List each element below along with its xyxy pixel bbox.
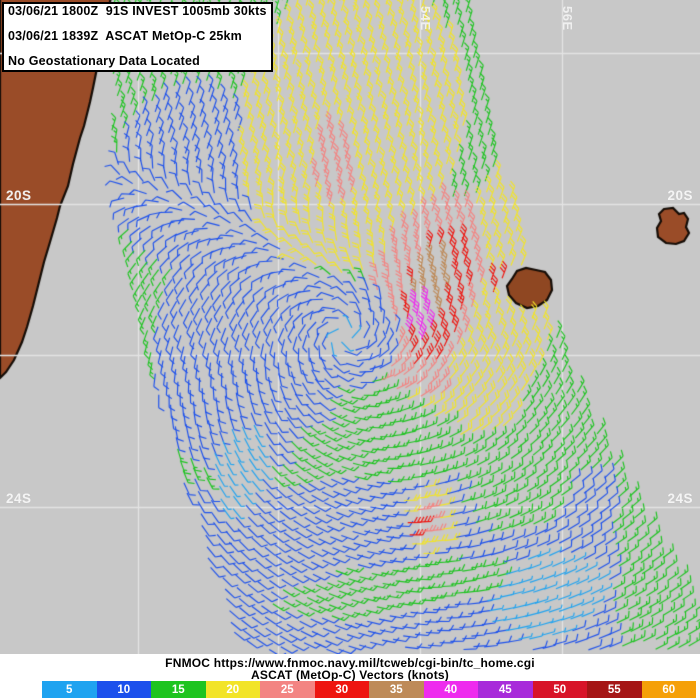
colorbar-bin-15: 15 [151,681,206,698]
plot-caption-text: ASCAT (MetOp-C) Vectors (knots) [251,668,449,682]
storm-info-line2: 03/06/21 1839Z ASCAT MetOp-C 25km [8,29,242,43]
wind-field-canvas [0,0,700,654]
colorbar-bin-60: 60 [641,681,696,698]
storm-info-box: 03/06/21 1800Z 91S INVEST 1005mb 30kts 0… [2,2,273,72]
colorbar-bin-25: 25 [260,681,315,698]
lat-label-24s-right: 24S [667,491,693,506]
storm-info-line1: 03/06/21 1800Z 91S INVEST 1005mb 30kts [8,4,267,18]
colorbar-bin-30: 30 [314,681,369,698]
colorbar-bin-45: 45 [478,681,533,698]
colorbar-bin-40: 40 [423,681,478,698]
map-area: 20S 20S 24S 24S 54E 56E 03/06/21 1800Z 9… [0,0,700,654]
colorbar-bin-20: 20 [205,681,260,698]
lat-label-24s-left: 24S [6,491,32,506]
colorbar-bin-10: 10 [96,681,151,698]
colorbar-bin-5: 5 [42,681,97,698]
colorbar-bin-35: 35 [369,681,424,698]
ascat-wind-plot: 20S 20S 24S 24S 54E 56E 03/06/21 1800Z 9… [0,0,700,700]
lat-label-20s-left: 20S [6,188,32,203]
colorbar-bin-50: 50 [532,681,587,698]
colorbar-bin-55: 55 [587,681,642,698]
wind-speed-colorbar: 5 10 15 20 25 30 35 40 45 50 55 60 [42,681,696,698]
lat-label-20s-right: 20S [667,188,693,203]
lon-label-56e: 56E [560,6,575,31]
storm-info-line3: No Geostationary Data Located [8,54,200,68]
footer: FNMOC https://www.fnmoc.navy.mil/tcweb/c… [0,654,700,700]
lon-label-54e: 54E [418,6,433,31]
